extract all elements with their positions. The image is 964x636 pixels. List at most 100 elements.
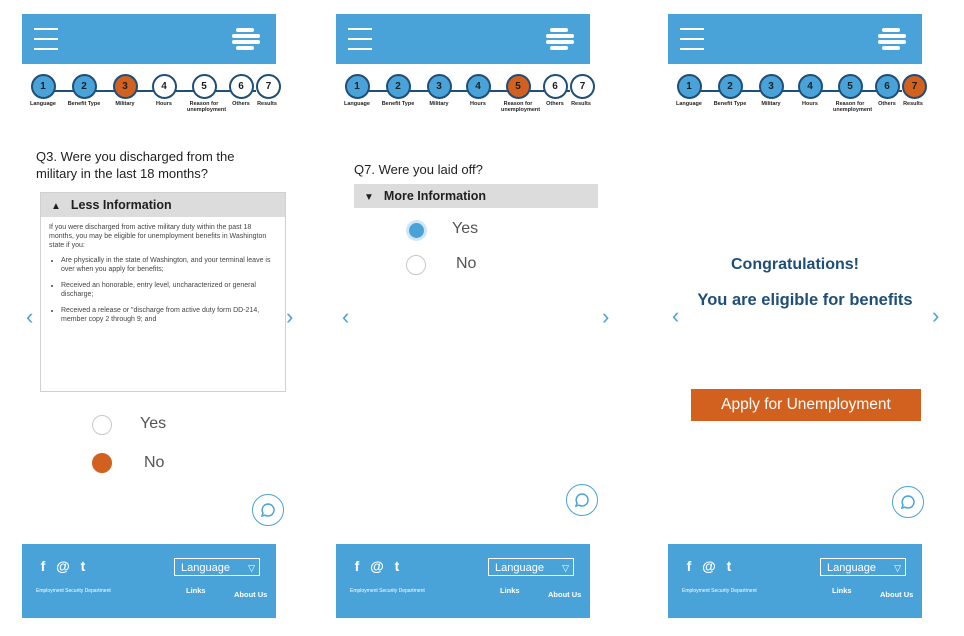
step-label: Results [571, 101, 591, 107]
chat-bubble-icon [574, 493, 589, 508]
step-label: Results [257, 101, 277, 107]
info-toggle[interactable]: ▼ More Information [354, 184, 598, 208]
next-arrow-icon[interactable]: › [932, 305, 939, 327]
step-4[interactable]: 4 [465, 74, 491, 99]
step-6[interactable]: 6 [874, 74, 900, 99]
progress-stepper: 1 Language 2 Benefit Type 3 Military 4 Hours… [336, 74, 595, 134]
hamburger-menu-icon[interactable] [348, 26, 372, 52]
prev-arrow-icon[interactable]: ‹ [26, 306, 33, 328]
option-no-label: No [456, 255, 477, 272]
step-2[interactable]: 2 [385, 74, 411, 99]
twitter-icon[interactable]: t [76, 559, 90, 573]
dept-logo-text: Employment Security Department [682, 588, 757, 594]
progress-stepper: 1 Language 2 Benefit Type 3 Military 4 Hours… [668, 74, 927, 134]
step-label: Benefit Type [67, 101, 101, 107]
step-3[interactable]: 3 [758, 74, 784, 99]
prev-arrow-icon[interactable]: ‹ [342, 306, 349, 328]
congratulations-heading: Congratulations! [731, 256, 859, 273]
step-label: Benefit Type [381, 101, 415, 107]
chat-bubble-icon [260, 503, 275, 518]
esd-logo-icon [232, 28, 260, 50]
next-arrow-icon[interactable]: › [602, 306, 609, 328]
esd-logo-icon [878, 28, 906, 50]
app-header [22, 14, 276, 64]
step-2[interactable]: 2 [717, 74, 743, 99]
step-label: Hours [156, 101, 172, 107]
footer: f @ t Language ▽ Links About Us Employment … [336, 544, 590, 618]
step-7-current[interactable]: 7 [902, 74, 927, 99]
esd-logo-icon [546, 28, 574, 50]
progress-stepper: 1 Language 2 Benefit Type 3 Military 4 Hours… [22, 74, 281, 134]
links-link[interactable]: Links [832, 586, 852, 595]
caret-up-icon: ▲ [51, 201, 61, 212]
radio-no-selected[interactable] [92, 453, 112, 473]
about-link[interactable]: About Us [234, 590, 267, 599]
question-text: Q7. Were you laid off? [354, 162, 483, 177]
twitter-icon[interactable]: t [722, 559, 736, 573]
radio-no[interactable] [406, 255, 426, 275]
chevron-down-icon: ▽ [248, 563, 255, 573]
twitter-icon[interactable]: t [390, 559, 404, 573]
language-select[interactable]: Language ▽ [820, 558, 906, 576]
step-1[interactable]: 1 [30, 74, 56, 99]
step-4[interactable]: 4 [797, 74, 823, 99]
dept-logo-text: Employment Security Department [350, 588, 425, 594]
step-1[interactable]: 1 [344, 74, 370, 99]
info-toggle-label: Less Information [70, 198, 172, 212]
step-label: Language [344, 101, 370, 107]
language-select[interactable]: Language ▽ [174, 558, 260, 576]
screen-military: 1 Language 2 Benefit Type 3 Military 4 Hours… [22, 14, 293, 618]
step-label: Results [903, 101, 923, 107]
email-at-icon[interactable]: @ [370, 559, 384, 573]
footer: f @ t Language ▽ Links About Us Employment … [22, 544, 276, 618]
option-no-label: No [144, 454, 165, 471]
next-arrow-icon[interactable]: › [286, 306, 293, 328]
dept-logo-text: Employment Security Department [36, 588, 111, 594]
app-header [668, 14, 922, 64]
about-link[interactable]: About Us [548, 590, 581, 599]
info-toggle[interactable]: ▲ Less Information [41, 193, 285, 217]
facebook-icon[interactable]: f [36, 559, 50, 573]
radio-yes-selected[interactable] [406, 220, 427, 241]
step-7[interactable]: 7 [256, 74, 281, 99]
step-label: Reason for unemployment [187, 101, 227, 113]
links-link[interactable]: Links [500, 586, 520, 595]
option-yes-label: Yes [452, 220, 479, 237]
step-4[interactable]: 4 [151, 74, 177, 99]
chat-button[interactable] [892, 486, 924, 518]
step-3-current[interactable]: 3 [112, 74, 138, 99]
links-link[interactable]: Links [186, 586, 206, 595]
info-bullet: Are physically in the state of Washingto… [61, 256, 277, 274]
info-toggle-label: More Information [383, 189, 486, 203]
hamburger-menu-icon[interactable] [34, 26, 58, 52]
step-7[interactable]: 7 [570, 74, 595, 99]
facebook-icon[interactable]: f [682, 559, 696, 573]
step-5[interactable]: 5 [191, 74, 217, 99]
step-5[interactable]: 5 [837, 74, 863, 99]
about-link[interactable]: About Us [880, 590, 913, 599]
caret-down-icon: ▼ [364, 192, 374, 203]
step-6[interactable]: 6 [228, 74, 254, 99]
chevron-down-icon: ▽ [894, 563, 901, 573]
step-label: Benefit Type [713, 101, 747, 107]
prev-arrow-icon[interactable]: ‹ [672, 305, 679, 327]
step-6[interactable]: 6 [542, 74, 568, 99]
hamburger-menu-icon[interactable] [680, 26, 704, 52]
chat-button[interactable] [252, 494, 284, 526]
email-at-icon[interactable]: @ [56, 559, 70, 573]
step-3[interactable]: 3 [426, 74, 452, 99]
email-at-icon[interactable]: @ [702, 559, 716, 573]
apply-for-unemployment-button[interactable]: Apply for Unemployment [691, 389, 921, 421]
app-header [336, 14, 590, 64]
info-panel: ▼ More Information [354, 184, 598, 208]
step-label: Language [676, 101, 702, 107]
radio-yes[interactable] [92, 415, 112, 435]
facebook-icon[interactable]: f [350, 559, 364, 573]
chat-button[interactable] [566, 484, 598, 516]
language-select[interactable]: Language ▽ [488, 558, 574, 576]
step-label: Military [115, 101, 135, 107]
step-5-current[interactable]: 5 [505, 74, 531, 99]
step-label: Military [761, 101, 781, 107]
step-1[interactable]: 1 [676, 74, 702, 99]
step-2[interactable]: 2 [71, 74, 97, 99]
